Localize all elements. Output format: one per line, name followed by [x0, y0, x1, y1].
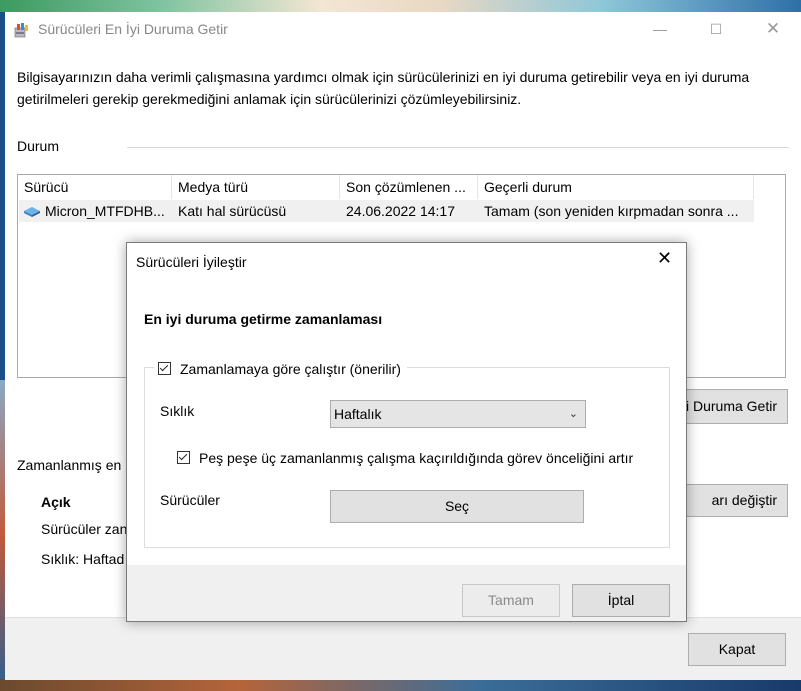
title-bar[interactable]: Sürücüleri En İyi Duruma Getir — ☐ ✕ — [5, 12, 801, 48]
maximize-button[interactable]: ☐ — [693, 12, 739, 46]
run-on-schedule-label: Zamanlamaya göre çalıştır (önerilir) — [180, 361, 401, 377]
column-header-current-status[interactable]: Geçerli durum — [478, 175, 754, 199]
status-divider — [127, 147, 789, 148]
status-section-label: Durum — [17, 138, 60, 154]
column-header-drive[interactable]: Sürücü — [18, 175, 172, 199]
checkbox-checked-icon[interactable] — [158, 362, 171, 375]
frequency-select[interactable]: Haftalık ⌄ — [330, 400, 586, 428]
ok-button[interactable]: Tamam — [462, 584, 560, 617]
media-type-cell: Katı hal sürücüsü — [178, 203, 287, 219]
table-row[interactable]: Micron_MTFDHB... Katı hal sürücüsü 24.06… — [19, 200, 754, 222]
dialog-close-icon[interactable]: ✕ — [657, 248, 672, 269]
scheduled-optimization-label: Zamanlanmış en — [17, 457, 122, 473]
current-status-cell: Tamam (son yeniden kırpmadan sonra ... — [484, 203, 739, 219]
drives-label: Sürücüler — [160, 492, 220, 508]
checkbox-checked-icon[interactable] — [177, 451, 190, 464]
column-header-last-analyzed[interactable]: Son çözümlenen ... — [340, 175, 478, 199]
schedule-drives-text: Sürücüler zan — [41, 521, 128, 537]
dialog-heading: En iyi duruma getirme zamanlaması — [144, 311, 383, 327]
run-on-schedule-checkbox[interactable]: Zamanlamaya göre çalıştır (önerilir) — [154, 360, 407, 378]
chevron-down-icon: ⌄ — [568, 408, 578, 420]
cancel-button[interactable]: İptal — [572, 584, 670, 617]
ssd-drive-icon — [24, 207, 40, 217]
window-footer — [5, 617, 801, 680]
desktop-wallpaper-top — [0, 0, 801, 12]
description-text: Bilgisayarınızın daha verimli çalışmasın… — [17, 69, 750, 107]
column-header-media-type[interactable]: Medya türü — [172, 175, 340, 199]
optimize-schedule-dialog: Sürücüleri İyileştir ✕ En iyi duruma get… — [126, 242, 687, 622]
last-analyzed-cell: 24.06.2022 14:17 — [346, 203, 455, 219]
schedule-frequency-text: Sıklık: Haftad — [41, 551, 125, 567]
frequency-label: Sıklık — [160, 403, 195, 419]
schedule-state: Açık — [41, 494, 71, 510]
desktop-wallpaper-bottom — [0, 679, 801, 691]
increase-priority-label: Peş peşe üç zamanlanmış çalışma kaçırıld… — [199, 450, 634, 466]
close-window-button[interactable]: ✕ — [750, 12, 796, 46]
minimize-button[interactable]: — — [637, 12, 683, 46]
dialog-title: Sürücüleri İyileştir — [136, 254, 247, 270]
close-button[interactable]: Kapat — [688, 633, 786, 666]
increase-priority-checkbox[interactable]: Peş peşe üç zamanlanmış çalışma kaçırıld… — [177, 450, 633, 466]
defrag-app-icon — [14, 23, 28, 38]
window-title: Sürücüleri En İyi Duruma Getir — [38, 21, 228, 37]
frequency-value: Haftalık — [334, 406, 382, 422]
drive-name-cell: Micron_MTFDHB... — [45, 203, 165, 219]
select-drives-button[interactable]: Seç — [330, 490, 584, 523]
